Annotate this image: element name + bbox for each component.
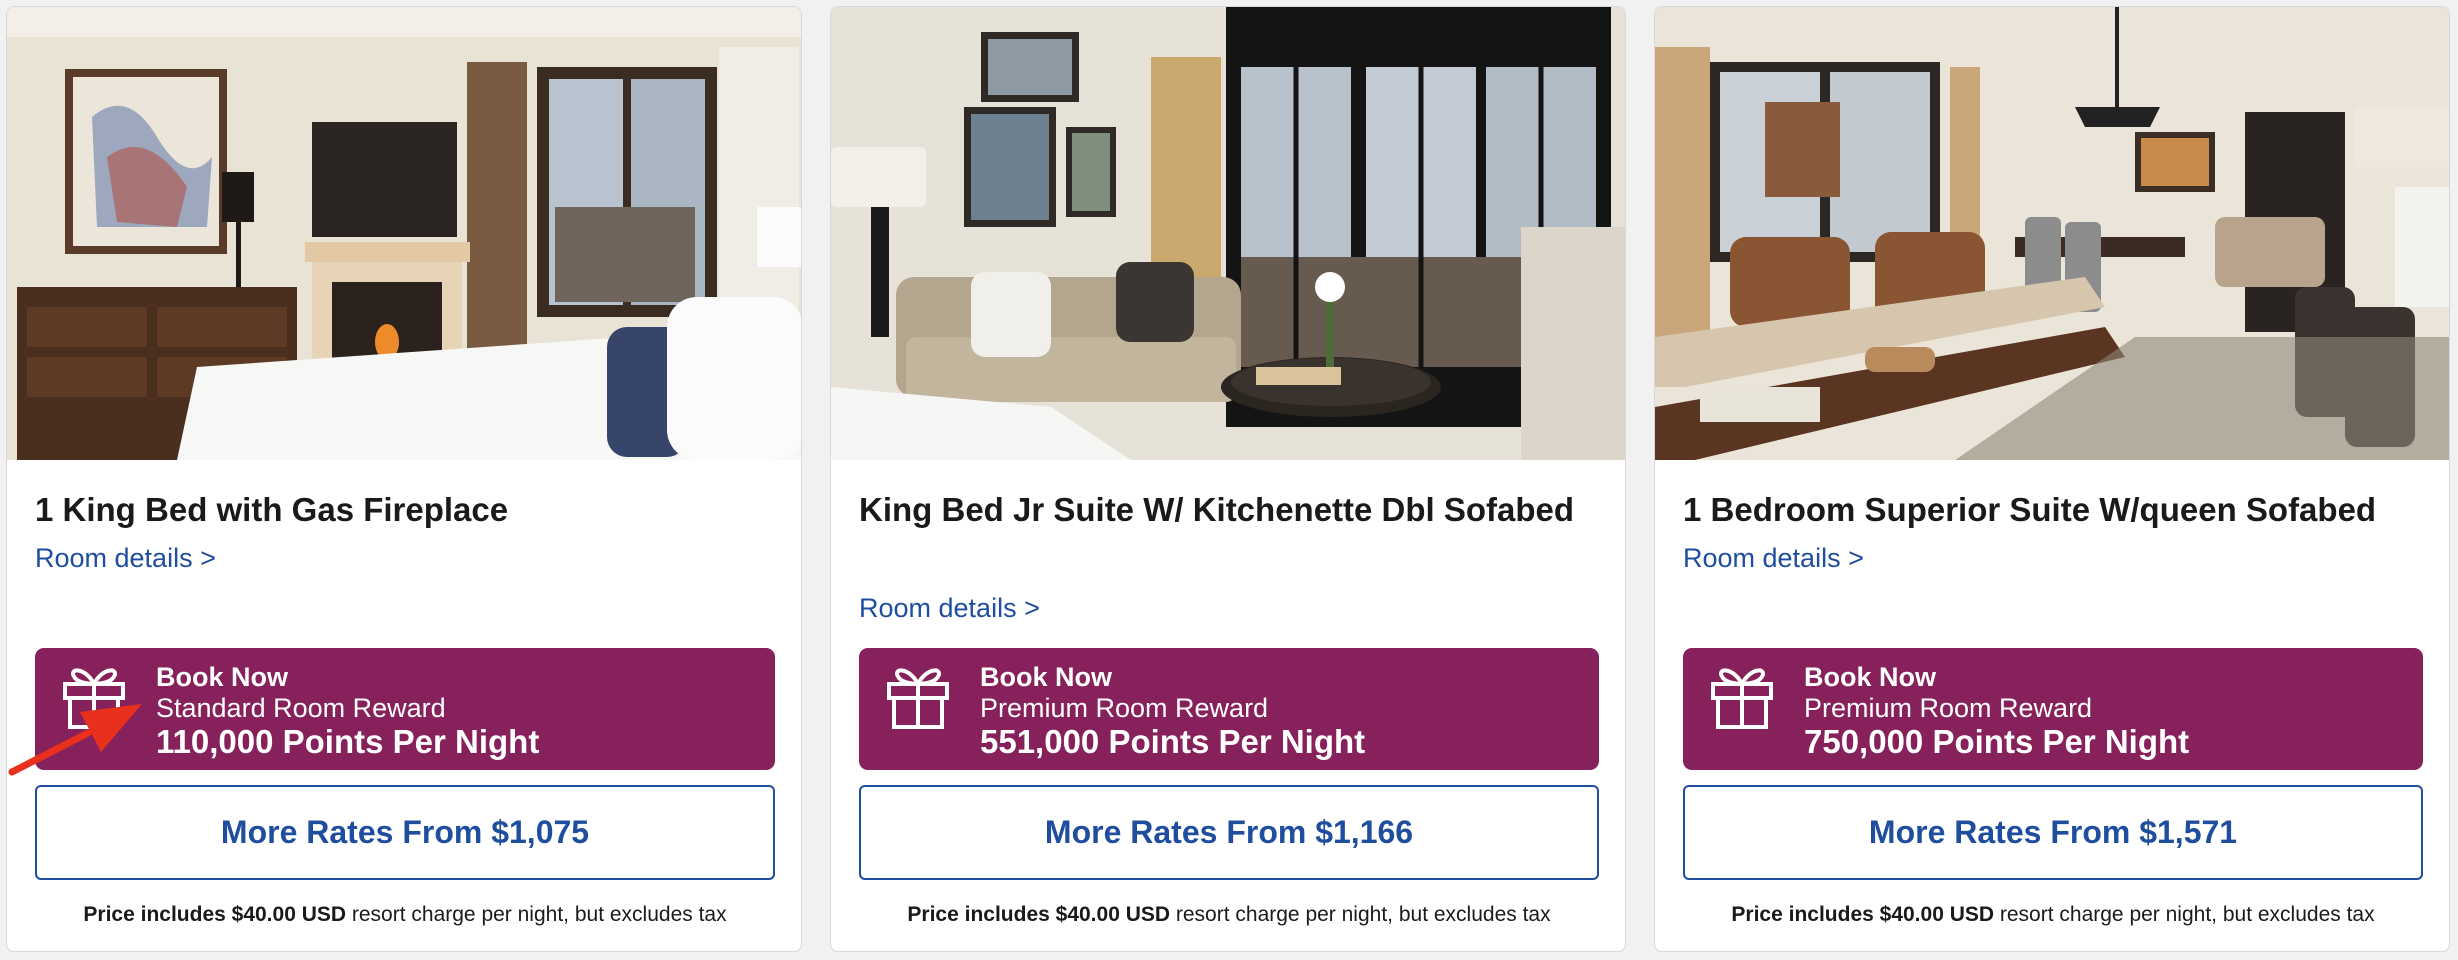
reward-type: Premium Room Reward bbox=[980, 693, 1269, 723]
price-note-text: resort charge per night, but excludes ta… bbox=[1994, 903, 2375, 926]
book-now-reward-button[interactable]: Book Now Premium Room Reward 551,000 Poi… bbox=[859, 648, 1599, 770]
reward-type: Standard Room Reward bbox=[156, 693, 446, 723]
book-now-label: Book Now bbox=[1804, 662, 1936, 692]
price-note-bold: Price includes $40.00 USD bbox=[83, 903, 347, 926]
price-note-text: resort charge per night, but excludes ta… bbox=[346, 903, 727, 926]
reward-type: Premium Room Reward bbox=[1804, 693, 2093, 723]
room-card-list: 1 King Bed with Gas Fireplace Room detai… bbox=[6, 6, 2450, 952]
book-now-label: Book Now bbox=[980, 662, 1112, 692]
room-details-link[interactable]: Room details > bbox=[35, 543, 216, 574]
gift-icon bbox=[63, 668, 125, 729]
room-card: 1 King Bed with Gas Fireplace Room detai… bbox=[6, 6, 802, 952]
price-note: Price includes $40.00 USD resort charge … bbox=[1655, 903, 2449, 927]
room-photo[interactable] bbox=[7, 7, 801, 460]
price-note: Price includes $40.00 USD resort charge … bbox=[7, 903, 801, 927]
room-photo[interactable] bbox=[831, 7, 1625, 460]
book-now-reward-button[interactable]: Book Now Standard Room Reward 110,000 Po… bbox=[35, 648, 775, 770]
more-rates-button[interactable]: More Rates From $1,571 bbox=[1683, 785, 2423, 880]
room-title: King Bed Jr Suite W/ Kitchenette Dbl Sof… bbox=[859, 491, 1575, 528]
room-details-link[interactable]: Room details > bbox=[1683, 543, 1864, 574]
gift-icon bbox=[1711, 668, 1773, 729]
more-rates-button[interactable]: More Rates From $1,075 bbox=[35, 785, 775, 880]
room-details-link[interactable]: Room details > bbox=[859, 593, 1040, 624]
points-per-night: 750,000 Points Per Night bbox=[1804, 723, 2190, 760]
points-per-night: 110,000 Points Per Night bbox=[156, 723, 540, 760]
room-card: King Bed Jr Suite W/ Kitchenette Dbl Sof… bbox=[830, 6, 1626, 952]
book-now-reward-button[interactable]: Book Now Premium Room Reward 750,000 Poi… bbox=[1683, 648, 2423, 770]
room-card: 1 Bedroom Superior Suite W/queen Sofabed… bbox=[1654, 6, 2450, 952]
gift-icon bbox=[887, 668, 949, 729]
price-note: Price includes $40.00 USD resort charge … bbox=[831, 903, 1625, 927]
room-photo[interactable] bbox=[1655, 7, 2449, 460]
points-per-night: 551,000 Points Per Night bbox=[980, 723, 1366, 760]
room-title: 1 King Bed with Gas Fireplace bbox=[35, 491, 509, 528]
price-note-bold: Price includes $40.00 USD bbox=[1731, 903, 1995, 926]
room-title: 1 Bedroom Superior Suite W/queen Sofabed bbox=[1683, 491, 2377, 528]
price-note-bold: Price includes $40.00 USD bbox=[907, 903, 1171, 926]
more-rates-button[interactable]: More Rates From $1,166 bbox=[859, 785, 1599, 880]
book-now-label: Book Now bbox=[156, 662, 288, 692]
price-note-text: resort charge per night, but excludes ta… bbox=[1170, 903, 1551, 926]
